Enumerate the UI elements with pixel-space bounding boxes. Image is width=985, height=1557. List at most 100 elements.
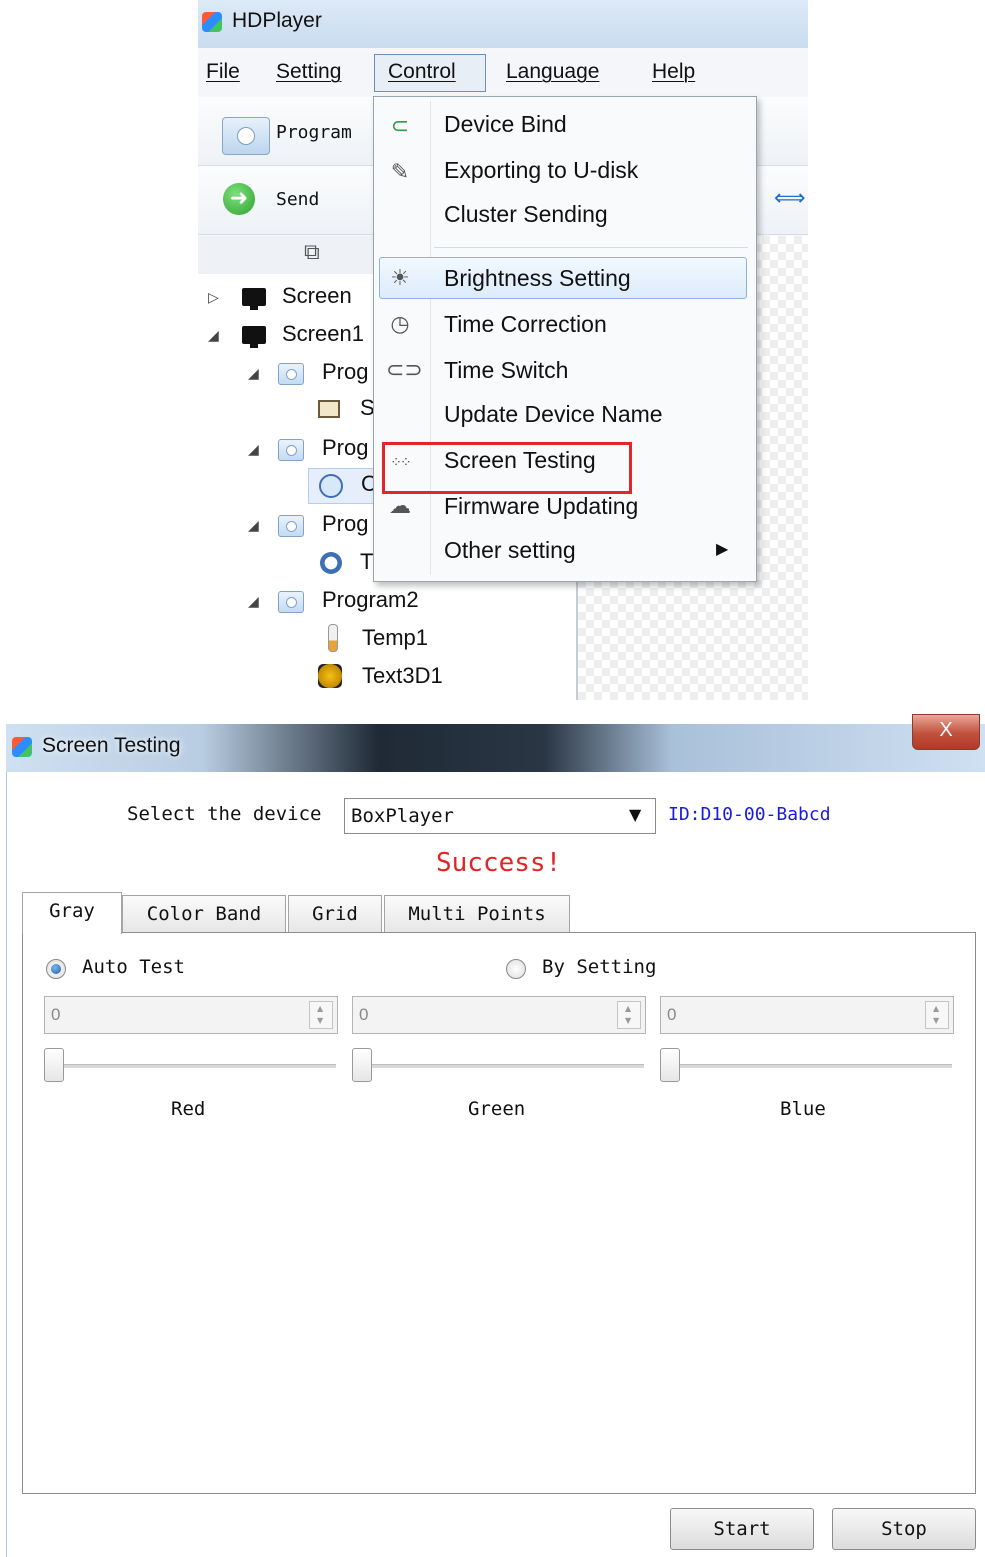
start-button[interactable]: Start <box>670 1508 814 1550</box>
text-box-icon <box>318 400 340 418</box>
menu-language[interactable]: Language <box>506 60 599 84</box>
radio-by-setting[interactable] <box>506 959 526 979</box>
expand-arrow-icon[interactable]: ▷ <box>208 289 219 306</box>
red-slider-thumb[interactable] <box>44 1048 64 1082</box>
green-slider-track[interactable] <box>354 1064 644 1068</box>
stepper-up-icon[interactable]: ▲ <box>625 1004 631 1013</box>
blue-spinbox[interactable]: 0 ▲ ▼ <box>660 996 954 1034</box>
red-spinbox[interactable]: 0 ▲ ▼ <box>44 996 338 1034</box>
spinbox-stepper[interactable]: ▲ ▼ <box>925 1001 949 1029</box>
stop-button[interactable]: Stop <box>832 1508 976 1550</box>
device-select-value: BoxPlayer <box>351 805 454 827</box>
green-spinbox[interactable]: 0 ▲ ▼ <box>352 996 646 1034</box>
green-label: Green <box>468 1098 526 1120</box>
spinbox-stepper[interactable]: ▲ ▼ <box>617 1001 641 1029</box>
tab-multi-points[interactable]: Multi Points <box>384 895 570 933</box>
menu-item-time-switch[interactable]: Time Switch <box>444 357 568 384</box>
text3d-icon <box>318 664 342 688</box>
menu-file[interactable]: File <box>206 60 240 84</box>
tab-gray[interactable]: Gray <box>22 892 122 934</box>
spinbox-stepper[interactable]: ▲ ▼ <box>309 1001 333 1029</box>
collapse-arrow-icon[interactable]: ◢ <box>248 441 259 458</box>
lightbulb-icon: ☀ <box>390 266 410 291</box>
tab-color-band[interactable]: Color Band <box>122 895 286 933</box>
blue-slider-thumb[interactable] <box>660 1048 680 1082</box>
tree-item-program2[interactable]: ◢ Program2 <box>198 584 576 620</box>
menu-control[interactable]: Control <box>388 60 456 84</box>
tree-item-label: Screen <box>282 283 352 308</box>
program-icon <box>278 363 304 385</box>
collapse-arrow-icon[interactable]: ◢ <box>248 517 259 534</box>
clock-icon <box>319 474 343 498</box>
collapse-arrow-icon[interactable]: ◢ <box>208 327 219 344</box>
resize-arrow-icon[interactable]: ⟺ <box>774 186 806 211</box>
control-dropdown-menu: ⊂ Device Bind ✎ Exporting to U-disk Clus… <box>373 96 757 582</box>
app-icon <box>12 737 32 757</box>
device-select[interactable]: BoxPlayer ▼ <box>344 798 656 834</box>
magnet-icon: ⊂ <box>390 114 410 139</box>
tree-item-text3d1[interactable]: Text3D1 <box>198 660 576 696</box>
program-button-label[interactable]: Program <box>276 122 352 143</box>
radio-auto-test[interactable] <box>46 959 66 979</box>
submenu-arrow-icon: ▶ <box>716 539 729 558</box>
hdplayer-window: HDPlayer File Setting Control Language H… <box>198 0 808 700</box>
collapse-arrow-icon[interactable]: ◢ <box>248 365 259 382</box>
title-bar: HDPlayer <box>198 0 808 48</box>
menu-item-export-udisk[interactable]: Exporting to U-disk <box>444 157 638 184</box>
app-icon <box>202 12 222 32</box>
dialog-title: Screen Testing <box>42 734 181 757</box>
menu-item-device-bind[interactable]: Device Bind <box>444 111 567 138</box>
menu-bar: File Setting Control Language Help <box>198 52 808 96</box>
send-arrow-icon[interactable]: ➜ <box>223 183 255 215</box>
tree-item-label: Screen1 <box>282 321 364 346</box>
device-id: ID:D10-00-Babcd <box>668 804 831 825</box>
close-button[interactable]: X <box>912 714 980 750</box>
red-label: Red <box>171 1098 206 1120</box>
program-icon <box>278 515 304 537</box>
green-slider-thumb[interactable] <box>352 1048 372 1082</box>
menu-gutter <box>430 101 431 575</box>
collapse-arrow-icon[interactable]: ◢ <box>248 593 259 610</box>
send-button-label[interactable]: Send <box>276 189 319 210</box>
alarm-clock-icon <box>320 552 342 574</box>
radio-by-setting-label: By Setting <box>542 956 657 978</box>
program-icon <box>278 439 304 461</box>
cloud-upload-icon: ☁ <box>389 494 411 519</box>
program-icon[interactable] <box>222 117 270 155</box>
thermometer-icon <box>328 624 338 652</box>
red-slider-track[interactable] <box>46 1064 336 1068</box>
tree-item-label: Program2 <box>322 587 419 612</box>
toggle-switch-icon: ⊂⊃ <box>386 358 423 383</box>
spinbox-value: 0 <box>359 1005 369 1024</box>
stepper-down-icon[interactable]: ▼ <box>625 1016 631 1025</box>
spinbox-value: 0 <box>51 1005 61 1024</box>
stepper-up-icon[interactable]: ▲ <box>933 1004 939 1013</box>
monitor-icon <box>242 288 266 310</box>
monitor-icon <box>242 326 266 348</box>
tree-item-label: Prog <box>322 359 369 384</box>
blue-label: Blue <box>780 1098 826 1120</box>
tab-grid[interactable]: Grid <box>288 895 382 933</box>
tree-item-label: Prog <box>322 511 369 536</box>
menu-setting[interactable]: Setting <box>276 60 341 84</box>
clock-icon: ◷ <box>390 312 410 337</box>
stepper-down-icon[interactable]: ▼ <box>933 1016 939 1025</box>
menu-item-brightness[interactable]: Brightness Setting <box>444 265 631 292</box>
status-message: Success! <box>436 848 562 878</box>
tree-item-label: Temp1 <box>362 625 429 650</box>
menu-item-time-correction[interactable]: Time Correction <box>444 311 607 338</box>
menu-item-update-device-name[interactable]: Update Device Name <box>444 401 663 428</box>
menu-item-cluster-sending[interactable]: Cluster Sending <box>444 201 608 228</box>
copy-icon[interactable]: ⧉ <box>304 240 320 265</box>
tree-item-label: Text3D1 <box>362 663 443 688</box>
stepper-down-icon[interactable]: ▼ <box>317 1016 323 1025</box>
menu-item-other-setting[interactable]: Other setting <box>444 537 576 564</box>
blue-slider-track[interactable] <box>662 1064 952 1068</box>
select-device-label: Select the device <box>127 803 322 825</box>
menu-help[interactable]: Help <box>652 60 695 84</box>
tree-item-temp1[interactable]: Temp1 <box>198 622 576 658</box>
chevron-down-icon[interactable]: ▼ <box>629 805 641 824</box>
menu-item-firmware-updating[interactable]: Firmware Updating <box>444 493 638 520</box>
stepper-up-icon[interactable]: ▲ <box>317 1004 323 1013</box>
program-icon <box>278 591 304 613</box>
